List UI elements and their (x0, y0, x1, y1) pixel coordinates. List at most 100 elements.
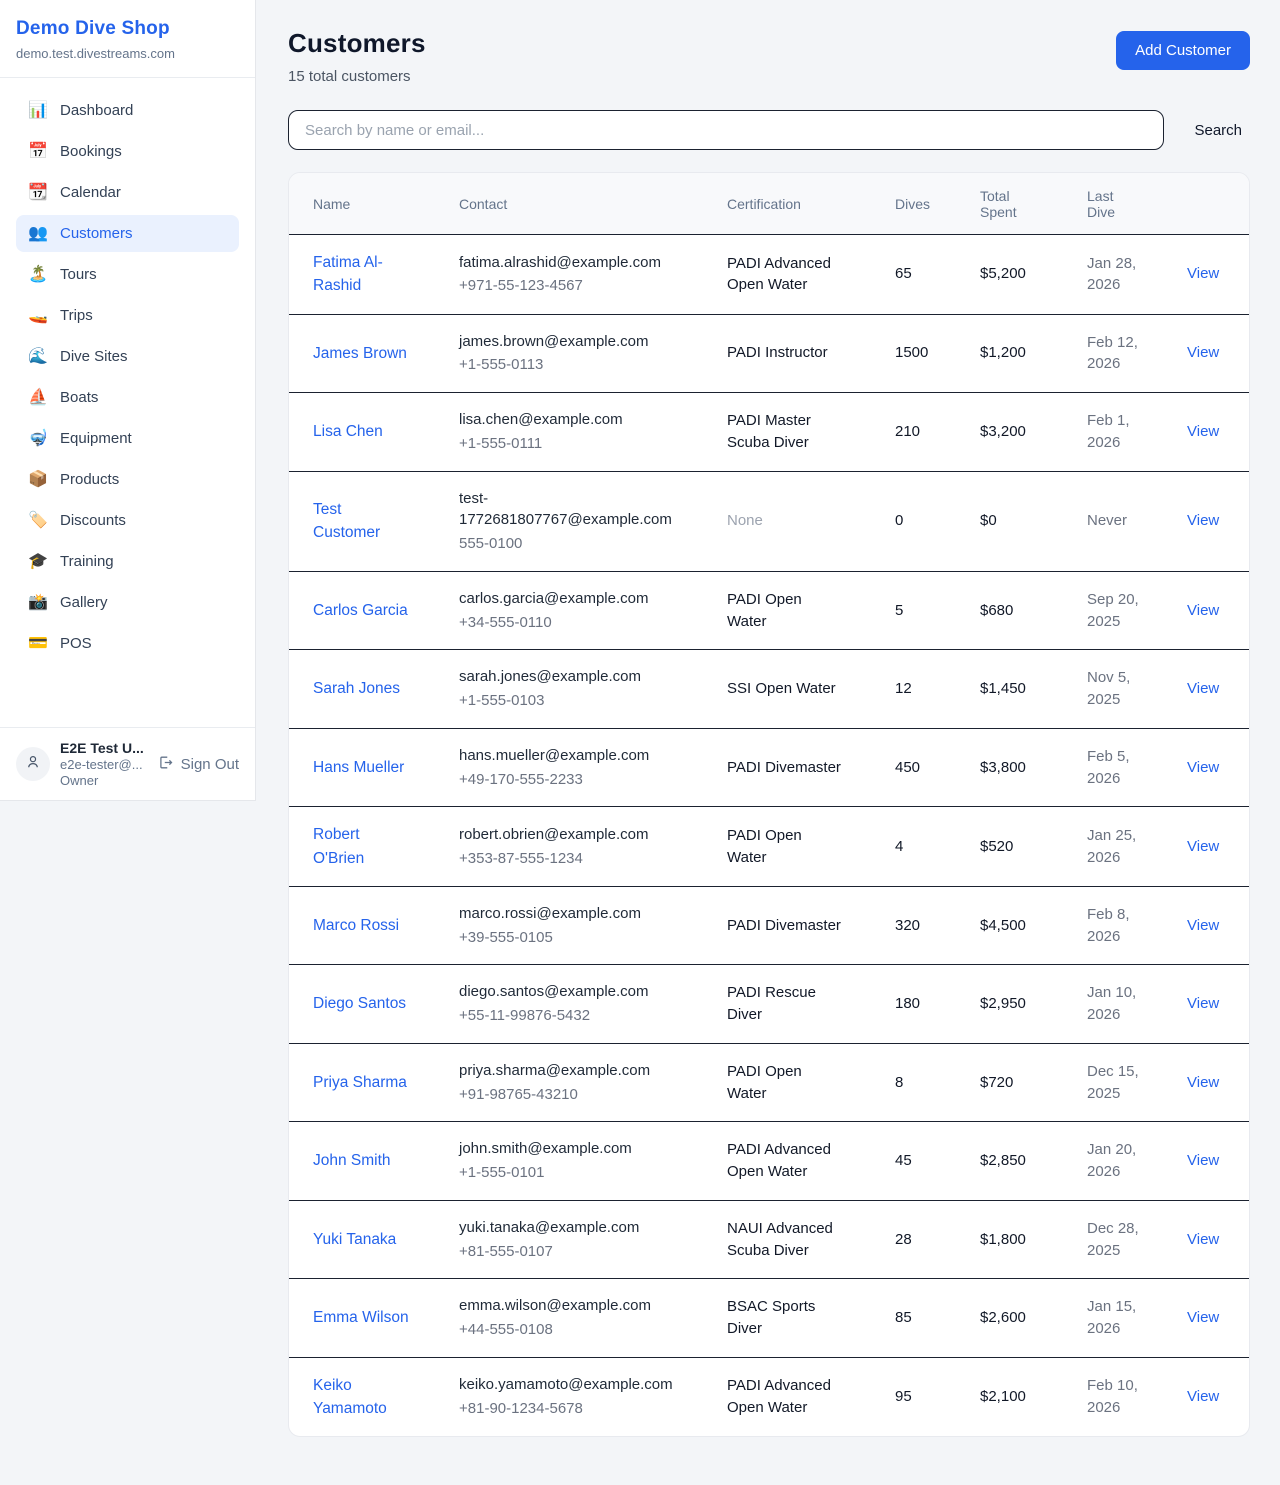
sidebar-item-products[interactable]: 📦 Products (16, 461, 239, 498)
customer-certification: PADI Advanced Open Water (727, 1139, 845, 1183)
table-row: Priya Sharma priya.sharma@example.com +9… (289, 1044, 1249, 1123)
customer-phone: +353-87-555-1234 (459, 848, 717, 870)
customer-phone: +1-555-0101 (459, 1162, 717, 1184)
customer-total-spent: $1,200 (980, 342, 1077, 364)
customer-name-link[interactable]: John Smith (313, 1149, 409, 1172)
customer-name-link[interactable]: Diego Santos (313, 992, 409, 1015)
customer-name-link[interactable]: Fatima Al-Rashid (313, 251, 409, 298)
customer-name-link[interactable]: Test Customer (313, 498, 409, 545)
tag-icon: 🏷️ (28, 513, 48, 529)
customer-email: robert.obrien@example.com (459, 824, 677, 846)
sidebar-item-trips[interactable]: 🚤 Trips (16, 297, 239, 334)
contact-cell: keiko.yamamoto@example.com +81-90-1234-5… (459, 1358, 727, 1436)
customer-total-spent: $2,100 (980, 1386, 1077, 1408)
column-header-contact: Contact (459, 186, 727, 222)
view-link[interactable]: View (1187, 263, 1223, 285)
sidebar-item-gallery[interactable]: 📸 Gallery (16, 584, 239, 621)
view-link[interactable]: View (1187, 510, 1223, 532)
contact-cell: test-1772681807767@example.com 555-0100 (459, 472, 727, 571)
customer-last-dive: Nov 5, 2025 (1087, 667, 1147, 711)
customer-total-spent: $1,800 (980, 1229, 1077, 1251)
add-customer-button[interactable]: Add Customer (1116, 31, 1250, 70)
table-row: Lisa Chen lisa.chen@example.com +1-555-0… (289, 393, 1249, 472)
customer-name-link[interactable]: Emma Wilson (313, 1306, 409, 1329)
customer-phone: +39-555-0105 (459, 927, 717, 949)
contact-cell: john.smith@example.com +1-555-0101 (459, 1122, 727, 1200)
view-link[interactable]: View (1187, 1150, 1223, 1172)
view-link[interactable]: View (1187, 993, 1223, 1015)
customer-phone: +49-170-555-2233 (459, 769, 717, 791)
customer-name-link[interactable]: Carlos Garcia (313, 599, 409, 622)
sidebar-item-pos[interactable]: 💳 POS (16, 625, 239, 662)
sidebar-item-dashboard[interactable]: 📊 Dashboard (16, 92, 239, 129)
customer-email: priya.sharma@example.com (459, 1060, 677, 1082)
view-link[interactable]: View (1187, 678, 1223, 700)
sidebar-item-label: Dive Sites (60, 348, 128, 365)
customer-email: carlos.garcia@example.com (459, 588, 677, 610)
customer-name-link[interactable]: Hans Mueller (313, 756, 409, 779)
view-link[interactable]: View (1187, 421, 1223, 443)
customer-total-spent: $2,600 (980, 1307, 1077, 1329)
view-link[interactable]: View (1187, 1386, 1223, 1408)
sidebar-item-training[interactable]: 🎓 Training (16, 543, 239, 580)
shop-title: Demo Dive Shop (16, 18, 239, 40)
view-link[interactable]: View (1187, 757, 1223, 779)
search-input[interactable] (288, 110, 1164, 150)
sidebar-item-dive-sites[interactable]: 🌊 Dive Sites (16, 338, 239, 375)
customer-name-link[interactable]: Priya Sharma (313, 1071, 409, 1094)
table-row: Sarah Jones sarah.jones@example.com +1-5… (289, 650, 1249, 729)
customer-certification: PADI Rescue Diver (727, 982, 845, 1026)
table-header-row: Name Contact Certification Dives Total S… (289, 173, 1249, 235)
calendar-icon: 📆 (28, 185, 48, 201)
sidebar-item-calendar[interactable]: 📆 Calendar (16, 174, 239, 211)
sidebar-item-label: Dashboard (60, 102, 133, 119)
customer-phone: +1-555-0103 (459, 690, 717, 712)
user-icon (24, 753, 42, 776)
customer-name-link[interactable]: Yuki Tanaka (313, 1228, 409, 1251)
table-row: James Brown james.brown@example.com +1-5… (289, 315, 1249, 394)
customer-last-dive: Feb 5, 2026 (1087, 746, 1147, 790)
customer-certification: PADI Divemaster (727, 915, 845, 937)
sign-out-label: Sign Out (181, 756, 239, 773)
view-link[interactable]: View (1187, 915, 1223, 937)
search-button[interactable]: Search (1186, 116, 1250, 145)
view-link[interactable]: View (1187, 600, 1223, 622)
sidebar-item-label: Bookings (60, 143, 122, 160)
sidebar-item-label: Tours (60, 266, 97, 283)
customer-name-link[interactable]: James Brown (313, 342, 409, 365)
view-link[interactable]: View (1187, 1229, 1223, 1251)
sidebar-item-bookings[interactable]: 📅 Bookings (16, 133, 239, 170)
view-link[interactable]: View (1187, 1072, 1223, 1094)
calendar-date-icon: 📅 (28, 144, 48, 160)
customer-total-spent: $3,200 (980, 421, 1077, 443)
customer-name-link[interactable]: Robert O'Brien (313, 823, 409, 870)
customer-dives: 28 (895, 1229, 970, 1251)
sidebar-item-discounts[interactable]: 🏷️ Discounts (16, 502, 239, 539)
wave-icon: 🌊 (28, 349, 48, 365)
sidebar-nav: 📊 Dashboard 📅 Bookings 📆 Calendar 👥 Cust… (0, 78, 255, 727)
customer-dives: 210 (895, 421, 970, 443)
customer-name-link[interactable]: Lisa Chen (313, 420, 409, 443)
sidebar-item-customers[interactable]: 👥 Customers (16, 215, 239, 252)
column-header-last-dive: Last Dive (1087, 178, 1143, 230)
customer-certification: PADI Advanced Open Water (727, 253, 845, 297)
sidebar-item-tours[interactable]: 🏝️ Tours (16, 256, 239, 293)
contact-cell: priya.sharma@example.com +91-98765-43210 (459, 1044, 727, 1122)
customer-name-link[interactable]: Keiko Yamamoto (313, 1374, 409, 1421)
customer-certification: BSAC Sports Diver (727, 1296, 845, 1340)
page-title: Customers (288, 28, 426, 59)
column-header-total-spent: Total Spent (980, 178, 1036, 230)
sidebar-item-boats[interactable]: ⛵ Boats (16, 379, 239, 416)
view-link[interactable]: View (1187, 836, 1223, 858)
customer-certification: PADI Advanced Open Water (727, 1375, 845, 1419)
sign-out-button[interactable]: Sign Out (157, 754, 239, 775)
view-link[interactable]: View (1187, 1307, 1223, 1329)
sidebar-item-equipment[interactable]: 🤿 Equipment (16, 420, 239, 457)
customer-name-link[interactable]: Marco Rossi (313, 914, 409, 937)
view-link[interactable]: View (1187, 342, 1223, 364)
customer-dives: 320 (895, 915, 970, 937)
customer-name-link[interactable]: Sarah Jones (313, 677, 409, 700)
customer-last-dive: Jan 15, 2026 (1087, 1296, 1147, 1340)
customer-dives: 5 (895, 600, 970, 622)
diving-mask-icon: 🤿 (28, 431, 48, 447)
